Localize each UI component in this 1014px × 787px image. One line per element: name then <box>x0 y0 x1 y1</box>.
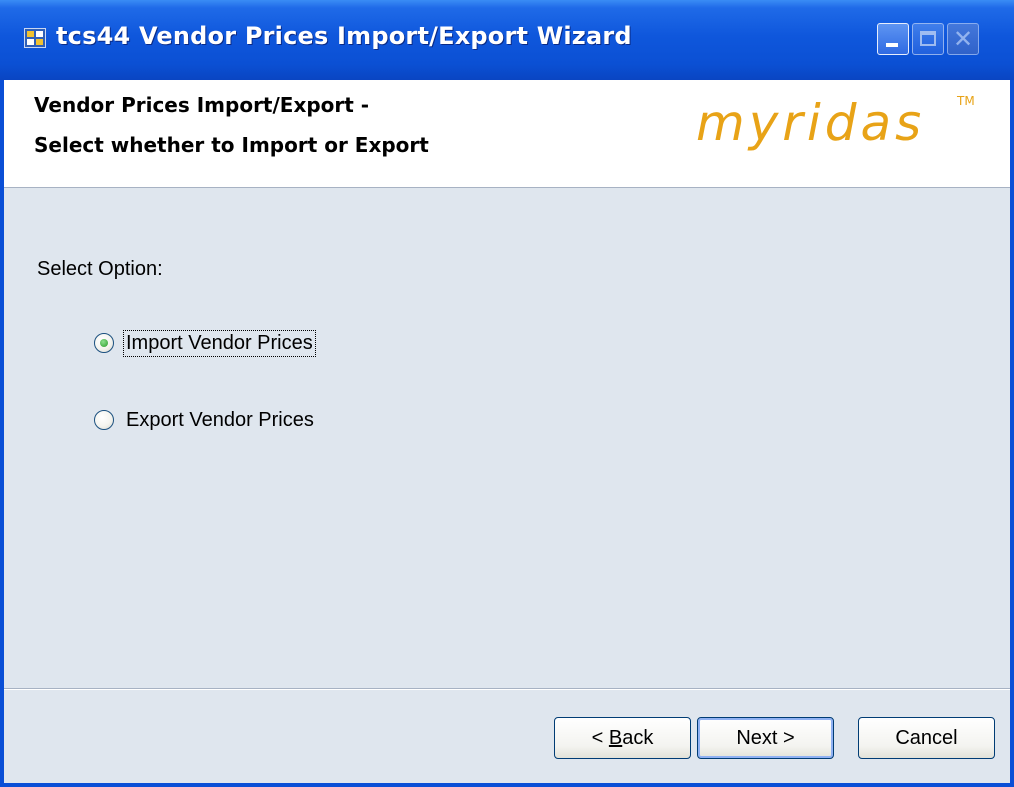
radio-selected-dot <box>100 339 108 347</box>
minimize-icon <box>886 43 898 47</box>
app-icon-part <box>27 39 34 45</box>
header-subtitle: Select whether to Import or Export <box>34 133 429 157</box>
app-icon-part <box>36 39 43 45</box>
export-radio-button[interactable] <box>94 410 114 430</box>
wizard-header: Vendor Prices Import/Export - Select whe… <box>4 80 1010 188</box>
wizard-window: tcs44 Vendor Prices Import/Export Wizard… <box>0 0 1014 787</box>
close-icon: ✕ <box>952 25 974 53</box>
trademark-mark: TM <box>957 94 975 108</box>
back-button[interactable]: < Back <box>554 717 691 759</box>
maximize-icon <box>920 31 936 46</box>
import-radio-button[interactable] <box>94 333 114 353</box>
window-title: tcs44 Vendor Prices Import/Export Wizard <box>56 22 632 50</box>
footer-separator <box>4 688 1010 690</box>
window-frame-bottom <box>0 783 1014 787</box>
back-mnemonic: B <box>608 726 623 749</box>
next-button[interactable]: Next > <box>697 717 834 759</box>
window-frame-right <box>1010 80 1014 787</box>
import-option[interactable]: Import Vendor Prices <box>94 329 316 357</box>
back-prefix: < <box>591 726 609 749</box>
wizard-client-area: Vendor Prices Import/Export - Select whe… <box>4 80 1010 783</box>
myridas-logo: myridas <box>696 94 926 152</box>
export-option-label[interactable]: Export Vendor Prices <box>125 409 315 432</box>
title-bar[interactable]: tcs44 Vendor Prices Import/Export Wizard… <box>0 0 1014 80</box>
back-label-rest: ack <box>622 726 654 749</box>
minimize-button[interactable] <box>877 23 909 55</box>
select-option-label: Select Option: <box>37 258 163 280</box>
export-option[interactable]: Export Vendor Prices <box>94 408 315 432</box>
cancel-button[interactable]: Cancel <box>858 717 995 759</box>
maximize-button[interactable] <box>912 23 944 55</box>
header-title: Vendor Prices Import/Export - <box>34 93 370 117</box>
close-button[interactable]: ✕ <box>947 23 979 55</box>
app-icon-part <box>27 31 34 37</box>
import-option-label[interactable]: Import Vendor Prices <box>123 329 316 357</box>
app-icon-part <box>36 31 43 37</box>
wizard-window-icon[interactable] <box>24 28 46 48</box>
